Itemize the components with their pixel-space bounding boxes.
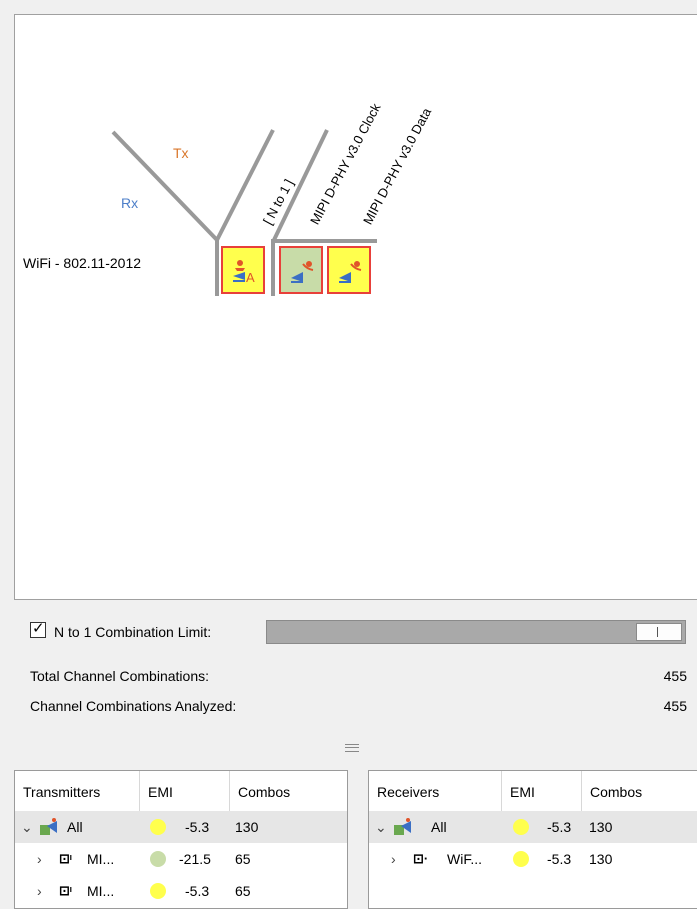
column-header-combos[interactable]: Combos bbox=[582, 771, 697, 811]
column-header-receivers[interactable]: Receivers bbox=[369, 771, 502, 811]
group-icon bbox=[40, 818, 57, 835]
row-name: WiF... bbox=[447, 851, 482, 867]
row-name: All bbox=[67, 819, 83, 835]
receivers-grid[interactable]: Receivers EMI Combos ⌄ All -5.3 130 › ⊡·… bbox=[368, 770, 697, 909]
table-row[interactable]: ⌄ All -5.3 130 bbox=[369, 811, 697, 843]
chevron-right-icon[interactable]: › bbox=[37, 875, 42, 907]
row-emi: -5.3 bbox=[547, 851, 572, 867]
row-name: MI... bbox=[87, 851, 115, 867]
row-emi: -5.3 bbox=[547, 819, 572, 835]
table-row[interactable]: › ⊡ᶦ MI... -5.3 65 bbox=[15, 875, 347, 907]
emi-status-dot bbox=[150, 819, 166, 835]
receivers-header: Receivers EMI Combos bbox=[369, 771, 697, 812]
chevron-down-icon[interactable]: ⌄ bbox=[21, 811, 33, 843]
transmitters-header: Transmitters EMI Combos bbox=[15, 771, 347, 812]
slider-thumb[interactable] bbox=[636, 623, 682, 641]
row-combos: 65 bbox=[235, 851, 251, 867]
tx-label: Tx bbox=[173, 145, 189, 161]
table-row[interactable]: › ⊡· WiF... -5.3 130 bbox=[369, 843, 697, 875]
cell-badge: A bbox=[246, 270, 255, 285]
analyzed-combinations-label: Channel Combinations Analyzed: bbox=[30, 698, 237, 714]
total-combinations-label: Total Channel Combinations: bbox=[30, 668, 209, 684]
receiver-row-label[interactable]: WiFi - 802.11-2012 bbox=[23, 255, 141, 271]
n-to-1-icon: A bbox=[233, 260, 255, 285]
transmitter-icon: ⊡ᶦ bbox=[59, 883, 72, 898]
transmitter-icon: ⊡ᶦ bbox=[59, 851, 72, 866]
cell-n-to-1[interactable]: A bbox=[221, 246, 265, 294]
analyzed-combinations-value: 455 bbox=[663, 698, 687, 714]
row-combos: 130 bbox=[589, 819, 613, 835]
chevron-down-icon[interactable]: ⌄ bbox=[375, 811, 387, 843]
row-combos: 130 bbox=[235, 819, 259, 835]
diagram-lines bbox=[111, 129, 377, 296]
emi-status-dot bbox=[513, 851, 529, 867]
transmitter-icon bbox=[291, 261, 314, 283]
combination-limit-checkbox[interactable]: ✓ bbox=[30, 620, 46, 638]
transmitters-grid[interactable]: Transmitters EMI Combos ⌄ All -5.3 130 ›… bbox=[14, 770, 348, 909]
row-combos: 65 bbox=[235, 883, 251, 899]
chevron-right-icon[interactable]: › bbox=[391, 843, 396, 875]
table-row[interactable]: › ⊡ᶦ MI... -21.5 65 bbox=[15, 843, 347, 875]
chevron-right-icon[interactable]: › bbox=[37, 843, 42, 875]
interference-diagram-canvas[interactable]: Tx Rx WiFi - 802.11-2012 [ N to 1 ] MIPI… bbox=[14, 14, 697, 600]
column-header-emi[interactable]: EMI bbox=[140, 771, 230, 811]
column-header-emi[interactable]: EMI bbox=[502, 771, 582, 811]
table-row[interactable]: ⌄ All -5.3 130 bbox=[15, 811, 347, 843]
row-name: MI... bbox=[87, 883, 115, 899]
row-emi: -5.3 bbox=[185, 819, 210, 835]
emi-status-dot bbox=[150, 883, 166, 899]
rx-label: Rx bbox=[121, 195, 139, 211]
row-emi: -5.3 bbox=[185, 883, 210, 899]
cell-mipi-data[interactable] bbox=[327, 246, 371, 294]
checkbox-check-icon: ✓ bbox=[32, 620, 45, 637]
column-header-transmitters[interactable]: Transmitters bbox=[15, 771, 140, 811]
emi-status-dot bbox=[150, 851, 166, 867]
column-line-n-to-1 bbox=[215, 129, 275, 241]
rx-tx-diagonal bbox=[111, 130, 219, 242]
transmitter-icon bbox=[339, 261, 362, 283]
receiver-icon: ⊡· bbox=[413, 851, 429, 866]
total-combinations-value: 455 bbox=[663, 668, 687, 684]
row-name: All bbox=[431, 819, 447, 835]
group-icon bbox=[394, 818, 411, 835]
column-header-combos[interactable]: Combos bbox=[230, 771, 330, 811]
combination-limit-slider[interactable] bbox=[266, 620, 686, 644]
combination-limit-label: N to 1 Combination Limit: bbox=[54, 624, 212, 640]
cell-mipi-clock[interactable] bbox=[279, 246, 323, 294]
row-emi: -21.5 bbox=[179, 851, 211, 867]
row-combos: 130 bbox=[589, 851, 613, 867]
emi-status-dot bbox=[513, 819, 529, 835]
splitter-grip[interactable] bbox=[345, 744, 359, 752]
